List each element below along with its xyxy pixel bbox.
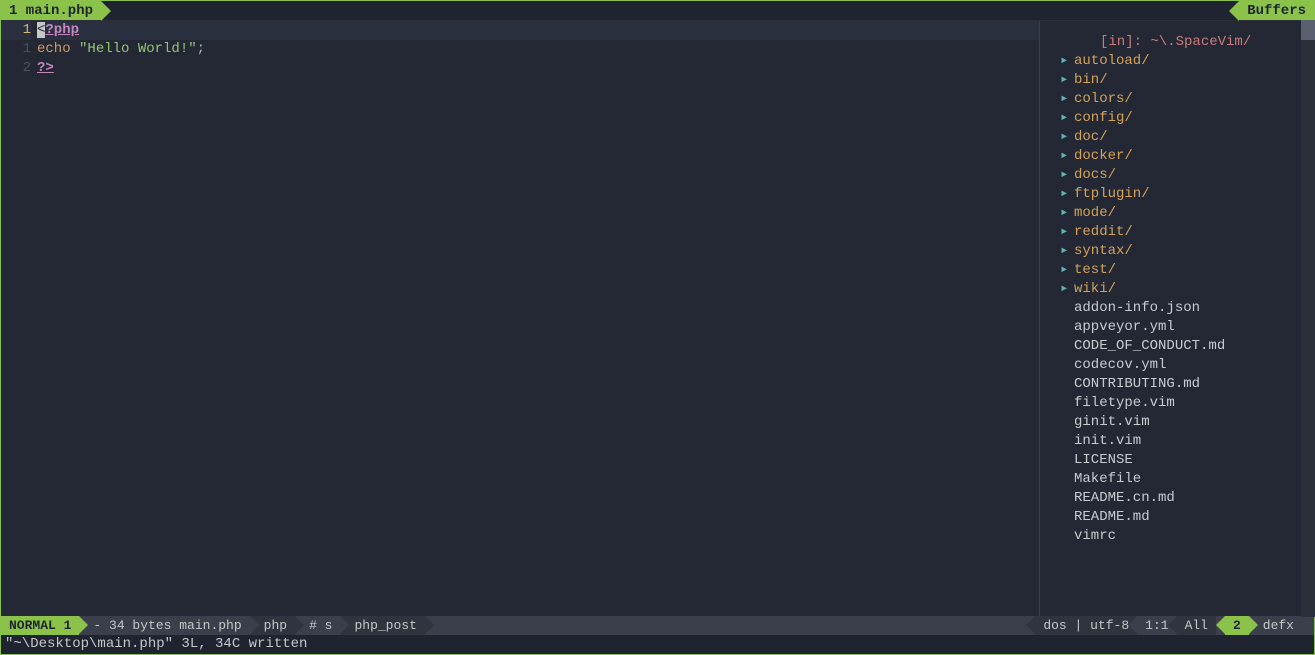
- line-number: 2: [1, 59, 31, 78]
- php-open-tag: ?php: [45, 22, 79, 38]
- chevron-right-icon: ▸: [1060, 242, 1074, 261]
- tree-folder[interactable]: ▸syntax/: [1040, 242, 1314, 261]
- file-name: vimrc: [1060, 527, 1116, 546]
- vim-mode: NORMAL 1: [1, 616, 79, 635]
- tree-file[interactable]: appveyor.yml: [1040, 318, 1314, 337]
- tree-file[interactable]: ginit.vim: [1040, 413, 1314, 432]
- tree-file[interactable]: LICENSE: [1040, 451, 1314, 470]
- folder-name: reddit/: [1074, 223, 1133, 242]
- tree-root-path: [in]: ~\.SpaceVim/: [1040, 33, 1314, 52]
- folder-name: doc/: [1074, 128, 1108, 147]
- file-name: appveyor.yml: [1060, 318, 1175, 337]
- folder-name: autoload/: [1074, 52, 1150, 71]
- line-number: 1: [1, 40, 31, 59]
- tree-folder[interactable]: ▸test/: [1040, 261, 1314, 280]
- file-format: dos | utf-8: [1035, 616, 1137, 635]
- tree-folder[interactable]: ▸doc/: [1040, 128, 1314, 147]
- string-literal: "Hello World!": [79, 41, 197, 57]
- folder-name: config/: [1074, 109, 1133, 128]
- tree-folder[interactable]: ▸ftplugin/: [1040, 185, 1314, 204]
- tree-folder[interactable]: ▸docker/: [1040, 147, 1314, 166]
- file-explorer[interactable]: [in]: ~\.SpaceVim/ ▸autoload/▸bin/▸color…: [1039, 21, 1314, 616]
- scrollbar-thumb[interactable]: [1301, 20, 1315, 40]
- tree-folder[interactable]: ▸bin/: [1040, 71, 1314, 90]
- tab-bar: 1 main.php Buffers: [1, 1, 1314, 21]
- tree-file[interactable]: codecov.yml: [1040, 356, 1314, 375]
- tree-file[interactable]: addon-info.json: [1040, 299, 1314, 318]
- semicolon: ;: [197, 41, 205, 57]
- status-line: NORMAL 1 - 34 bytes main.php php # s php…: [1, 616, 1314, 635]
- scrollbar[interactable]: [1301, 20, 1315, 617]
- line-number-gutter: 1 1 2: [1, 21, 37, 616]
- tree-folder[interactable]: ▸colors/: [1040, 90, 1314, 109]
- folder-name: docs/: [1074, 166, 1116, 185]
- file-name: filetype.vim: [1060, 394, 1175, 413]
- chevron-right-icon: ▸: [1060, 52, 1074, 71]
- file-name: LICENSE: [1060, 451, 1133, 470]
- tree-file[interactable]: CONTRIBUTING.md: [1040, 375, 1314, 394]
- tree-file[interactable]: README.cn.md: [1040, 489, 1314, 508]
- tree-file[interactable]: filetype.vim: [1040, 394, 1314, 413]
- chevron-right-icon: ▸: [1060, 261, 1074, 280]
- chevron-right-icon: ▸: [1060, 109, 1074, 128]
- folder-name: colors/: [1074, 90, 1133, 109]
- file-name: addon-info.json: [1060, 299, 1200, 318]
- tree-file[interactable]: README.md: [1040, 508, 1314, 527]
- php-close-tag: ?>: [37, 60, 54, 76]
- tree-folder[interactable]: ▸reddit/: [1040, 223, 1314, 242]
- tree-file[interactable]: init.vim: [1040, 432, 1314, 451]
- chevron-right-icon: ▸: [1060, 128, 1074, 147]
- keyword-echo: echo: [37, 41, 71, 57]
- chevron-right-icon: ▸: [1060, 185, 1074, 204]
- file-name: Makefile: [1060, 470, 1141, 489]
- folder-name: docker/: [1074, 147, 1133, 166]
- chevron-right-icon: ▸: [1060, 204, 1074, 223]
- code-content[interactable]: <?php echo "Hello World!"; ?>: [37, 21, 1039, 616]
- folder-name: bin/: [1074, 71, 1108, 90]
- defx-label: defx: [1249, 616, 1314, 635]
- chevron-right-icon: ▸: [1060, 223, 1074, 242]
- file-name: README.md: [1060, 508, 1150, 527]
- folder-name: syntax/: [1074, 242, 1133, 261]
- file-name: codecov.yml: [1060, 356, 1166, 375]
- tree-folder[interactable]: ▸config/: [1040, 109, 1314, 128]
- scroll-percent: All: [1177, 616, 1216, 635]
- chevron-right-icon: ▸: [1060, 71, 1074, 90]
- tree-folder[interactable]: ▸docs/: [1040, 166, 1314, 185]
- window-number: 2: [1225, 616, 1249, 635]
- file-name: CODE_OF_CONDUCT.md: [1060, 337, 1225, 356]
- tree-folder[interactable]: ▸autoload/: [1040, 52, 1314, 71]
- file-name: README.cn.md: [1060, 489, 1175, 508]
- command-line[interactable]: "~\Desktop\main.php" 3L, 34C written: [1, 635, 1314, 654]
- tree-file[interactable]: Makefile: [1040, 470, 1314, 489]
- file-info: - 34 bytes main.php: [79, 616, 249, 635]
- tree-file[interactable]: vimrc: [1040, 527, 1314, 546]
- php-post: php_post: [340, 616, 424, 635]
- code-line[interactable]: ?>: [37, 59, 1039, 78]
- chevron-right-icon: ▸: [1060, 90, 1074, 109]
- code-line[interactable]: <?php: [37, 21, 1039, 40]
- tree-folder[interactable]: ▸mode/: [1040, 204, 1314, 223]
- tree-folder[interactable]: ▸wiki/: [1040, 280, 1314, 299]
- folder-name: test/: [1074, 261, 1116, 280]
- tree-file[interactable]: CODE_OF_CONDUCT.md: [1040, 337, 1314, 356]
- buffers-label[interactable]: Buffers: [1239, 1, 1314, 20]
- buffer-tab-main[interactable]: 1 main.php: [1, 1, 101, 20]
- chevron-right-icon: ▸: [1060, 280, 1074, 299]
- folder-name: wiki/: [1074, 280, 1116, 299]
- folder-name: ftplugin/: [1074, 185, 1150, 204]
- chevron-right-icon: ▸: [1060, 166, 1074, 185]
- file-name: CONTRIBUTING.md: [1060, 375, 1200, 394]
- line-number: 1: [1, 21, 31, 40]
- chevron-right-icon: ▸: [1060, 147, 1074, 166]
- code-editor[interactable]: 1 1 2 <?php echo "Hello World!"; ?>: [1, 21, 1039, 616]
- folder-name: mode/: [1074, 204, 1116, 223]
- file-name: init.vim: [1060, 432, 1141, 451]
- file-name: ginit.vim: [1060, 413, 1150, 432]
- code-line[interactable]: echo "Hello World!";: [37, 40, 1039, 59]
